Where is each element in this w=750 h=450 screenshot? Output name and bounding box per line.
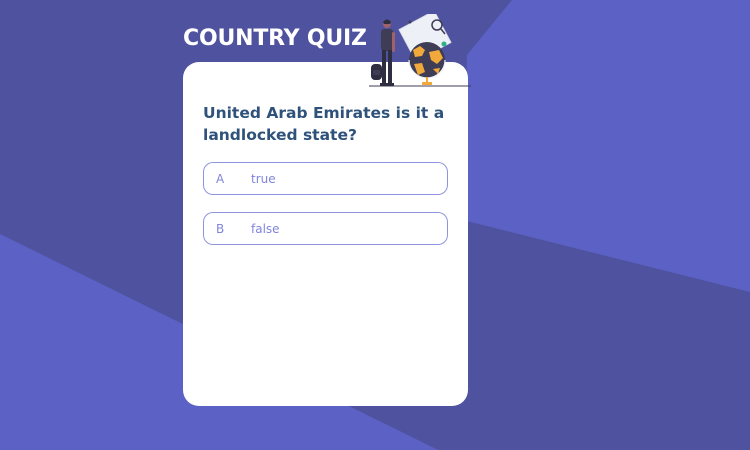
option-letter: A: [216, 172, 225, 186]
traveler-with-globe-icon: [369, 14, 471, 87]
option-text: false: [251, 222, 280, 236]
option-text: true: [251, 172, 276, 186]
option-letter: B: [216, 222, 225, 236]
quiz-card: United Arab Emirates is it a landlocked …: [183, 62, 468, 406]
answer-option-b[interactable]: B false: [203, 212, 448, 245]
question-text: United Arab Emirates is it a landlocked …: [203, 104, 445, 144]
page-title: COUNTRY QUIZ: [183, 26, 367, 51]
answer-option-a[interactable]: A true: [203, 162, 448, 195]
